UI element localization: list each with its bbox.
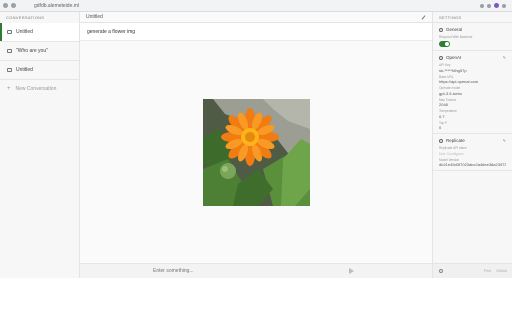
sidebar-title: CONVERSATIONS	[6, 15, 45, 20]
chat-header: Untitled	[80, 12, 432, 23]
user-message-text: generate a flower img	[87, 28, 136, 35]
replicate-heading-label: Replicate	[446, 138, 465, 143]
settings-title: SETTINGS	[433, 12, 512, 23]
conversation-item[interactable]: Untitled	[0, 23, 79, 42]
replicate-icon	[439, 138, 443, 143]
top-p-label: Top P	[439, 120, 448, 125]
chat-panel: Untitled generate a flower img	[80, 12, 432, 278]
respond-backend-toggle[interactable]	[439, 41, 450, 47]
base-url-value: https://api.openai.com	[439, 79, 479, 84]
settings-footer: Print GitHub	[433, 263, 512, 278]
openai-heading: OpenAI ✎	[439, 55, 506, 60]
gear-icon	[439, 27, 443, 32]
conversation-label: Untitled	[16, 67, 33, 73]
extensions-icon[interactable]	[487, 3, 491, 8]
temperature-label: Temperature	[439, 109, 457, 113]
conversation-item[interactable]: "Who are you"	[0, 42, 79, 61]
conversation-label: Untitled	[16, 29, 33, 35]
new-conversation-button[interactable]: + New Conversation	[0, 80, 79, 97]
edit-openai-icon[interactable]: ✎	[503, 55, 506, 60]
profile-avatar[interactable]	[494, 3, 499, 8]
general-section: General Respond With Backend	[433, 23, 512, 51]
menu-icon[interactable]	[502, 3, 506, 8]
message-input-bar	[80, 263, 432, 278]
conversations-sidebar: CONVERSATIONS Untitled "Who are you" Unt…	[0, 12, 80, 278]
replicate-heading: Replicate ✎	[439, 138, 506, 143]
flower-image	[203, 99, 310, 206]
theme-icon[interactable]	[439, 269, 443, 273]
browser-toolbar: gdfdb.alemeteide.ml	[0, 0, 512, 12]
replicate-section: Replicate ✎ Replicate API token Not Conf…	[433, 134, 512, 171]
respond-backend-label: Respond With Backend	[439, 35, 473, 39]
new-conversation-label: New Conversation	[15, 85, 57, 92]
chat-icon	[7, 49, 12, 53]
back-icon[interactable]	[3, 3, 8, 8]
api-key-value: sk-*****Mhg57p	[439, 67, 467, 73]
max-tokens-label: Max Tokens	[439, 97, 456, 102]
max-tokens-value: 2048	[439, 102, 448, 107]
browser-actions	[480, 3, 506, 8]
openai-heading-label: OpenAI	[446, 55, 462, 60]
app-window: CONVERSATIONS Untitled "Who are you" Unt…	[0, 12, 512, 278]
model-label: Operate model	[439, 86, 461, 90]
conversation-item[interactable]: Untitled	[0, 61, 79, 80]
model-version-value: db21e45d3f7023abc2a46ee38a23973...	[439, 162, 506, 167]
message-input[interactable]	[153, 268, 343, 274]
temperature-value: 0.7	[439, 113, 445, 119]
user-message: generate a flower img	[80, 23, 432, 41]
page-background	[0, 278, 512, 320]
replicate-token-label: Replicate API token	[439, 146, 467, 150]
footer-links: Print GitHub	[484, 269, 507, 273]
base-url-label: Base URL	[439, 74, 454, 79]
github-link[interactable]: GitHub	[496, 269, 507, 273]
plus-icon: +	[7, 85, 11, 92]
openai-section: OpenAI ✎ API Key sk-*****Mhg57p Base URL…	[433, 51, 512, 134]
replicate-token-value: Not Configure	[439, 150, 464, 156]
api-key-label: API Key	[439, 63, 451, 67]
chat-title: Untitled	[86, 14, 103, 20]
model-value: gpt-3.5-turbo	[439, 90, 462, 96]
chat-icon	[7, 68, 12, 72]
edit-replicate-icon[interactable]: ✎	[503, 138, 506, 143]
edit-icon[interactable]	[421, 15, 426, 20]
general-heading-label: General	[446, 27, 463, 32]
general-heading: General	[439, 27, 506, 32]
forward-icon[interactable]	[11, 3, 16, 8]
settings-panel: SETTINGS General Respond With Backend Op…	[432, 12, 512, 278]
openai-icon	[439, 55, 443, 60]
top-p-value: 0	[439, 125, 442, 130]
print-link[interactable]: Print	[484, 269, 491, 273]
address-bar[interactable]: gdfdb.alemeteide.ml	[34, 3, 79, 9]
model-version-label: Model Version	[439, 157, 460, 162]
chat-icon	[7, 30, 12, 34]
generated-image	[203, 99, 310, 206]
bookmark-icon[interactable]	[480, 3, 484, 8]
send-icon[interactable]	[349, 268, 354, 274]
conversation-label: "Who are you"	[16, 48, 48, 54]
